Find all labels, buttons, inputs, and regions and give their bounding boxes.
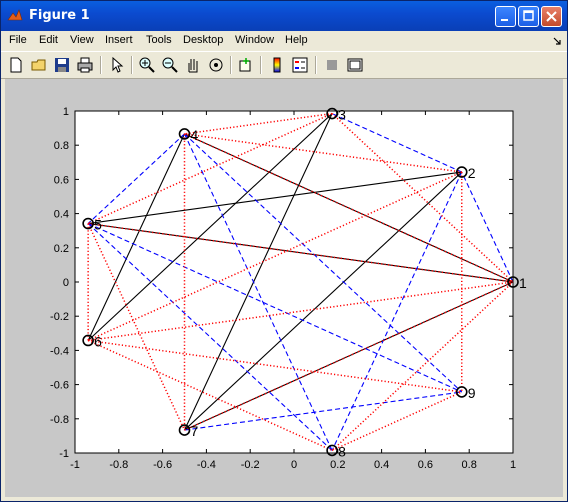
hide-plot-tools-icon[interactable] [323, 56, 341, 74]
x-tick-label: 0.8 [462, 459, 477, 471]
y-tick-label: -0.2 [50, 311, 69, 323]
y-tick-label: -0.8 [50, 414, 69, 426]
x-tick-label: 0 [291, 459, 297, 471]
graph-node-label-1: 1 [519, 275, 527, 291]
select-arrow-icon[interactable] [108, 56, 126, 74]
menu-window[interactable]: Window [235, 34, 274, 46]
x-tick-label: 0.2 [330, 459, 345, 471]
zoom-in-icon[interactable] [138, 56, 156, 74]
y-tick-label: 0 [63, 277, 69, 289]
y-tick-label: 1 [63, 106, 69, 118]
x-tick-label: -0.6 [153, 459, 172, 471]
minimize-button[interactable] [495, 6, 516, 27]
minimize-icon [501, 19, 508, 21]
x-tick-label: 1 [510, 459, 516, 471]
colorbar-icon[interactable] [268, 56, 286, 74]
menu-insert[interactable]: Insert [105, 34, 133, 46]
y-tick-label: -0.4 [50, 345, 69, 357]
y-tick-label: 0.6 [54, 174, 69, 186]
figure-toolbar [1, 51, 567, 79]
toolbar-separator [260, 56, 262, 74]
menu-tools[interactable]: Tools [146, 34, 172, 46]
y-tick-label: 0.2 [54, 243, 69, 255]
graph-node-label-9: 9 [468, 385, 476, 401]
x-tick-label: -0.4 [197, 459, 216, 471]
open-file-icon[interactable] [30, 56, 48, 74]
menu-desktop[interactable]: Desktop [183, 34, 223, 46]
title-bar[interactable]: Figure 1 [1, 1, 567, 31]
x-tick-label: -0.8 [109, 459, 128, 471]
menu-view[interactable]: View [70, 34, 94, 46]
toolbar-separator [100, 56, 102, 74]
zoom-out-icon[interactable] [161, 56, 179, 74]
window-title: Figure 1 [29, 8, 90, 23]
show-plot-tools-icon[interactable] [346, 56, 364, 74]
toolbar-separator [230, 56, 232, 74]
graph-node-label-3: 3 [338, 107, 346, 123]
maximize-icon [523, 10, 534, 21]
print-icon[interactable] [76, 56, 94, 74]
matlab-logo-icon [7, 9, 23, 21]
y-tick-label: -0.6 [50, 380, 69, 392]
pan-hand-icon[interactable] [184, 56, 202, 74]
maximize-button[interactable] [518, 6, 539, 27]
graph-node-label-2: 2 [468, 165, 476, 181]
menu-bar: File Edit View Insert Tools Desktop Wind… [1, 31, 567, 51]
legend-icon[interactable] [291, 56, 309, 74]
new-figure-icon[interactable] [7, 56, 25, 74]
toolbar-separator [315, 56, 317, 74]
y-tick-label: 0.8 [54, 140, 69, 152]
x-tick-label: 0.6 [418, 459, 433, 471]
x-tick-label: -0.2 [241, 459, 260, 471]
y-tick-label: 0.4 [54, 209, 69, 221]
rotate-3d-icon[interactable] [207, 56, 225, 74]
x-tick-label: 0.4 [374, 459, 389, 471]
graph-node-label-7: 7 [191, 423, 199, 439]
menu-help[interactable]: Help [285, 34, 308, 46]
graph-node-label-6: 6 [94, 333, 102, 349]
toolbar-separator [131, 56, 133, 74]
graph-node-label-4: 4 [191, 127, 199, 143]
menu-edit[interactable]: Edit [39, 34, 58, 46]
y-tick-label: -1 [59, 448, 69, 460]
axes-background [75, 111, 513, 453]
graph-node-label-5: 5 [94, 217, 102, 233]
x-tick-label: -1 [70, 459, 80, 471]
menu-file[interactable]: File [9, 34, 27, 46]
dock-arrow-icon[interactable] [552, 36, 562, 46]
data-cursor-icon[interactable] [237, 56, 255, 74]
graph-plot: -1 -0.8 -0.6 -0.4 -0.2 0 0.2 0.4 0.6 0.8 1 1 0.8 0.6 0… [50, 106, 527, 471]
close-icon [546, 11, 557, 22]
figure-window: Figure 1 File Edit View Insert Tools Des… [0, 0, 568, 502]
save-icon[interactable] [53, 56, 71, 74]
graph-node-label-8: 8 [338, 443, 346, 459]
close-button[interactable] [541, 6, 562, 27]
figure-canvas: -1 -0.8 -0.6 -0.4 -0.2 0 0.2 0.4 0.6 0.8 1 1 0.8 0.6 0… [5, 79, 563, 497]
